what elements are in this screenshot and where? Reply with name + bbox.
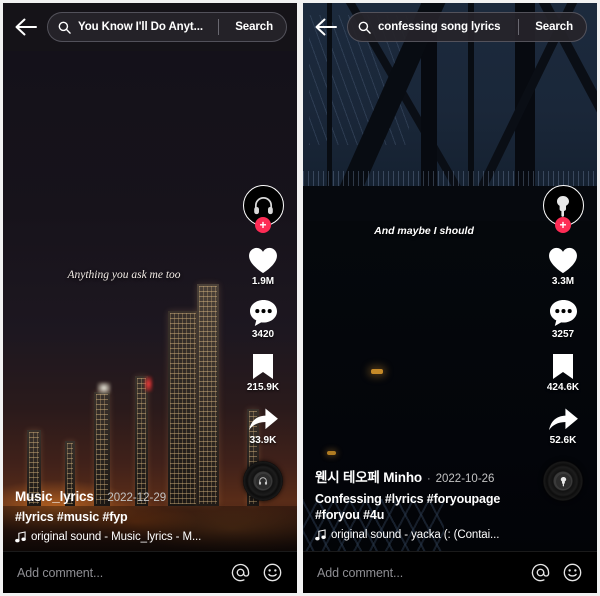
music-title: original sound - yacka (: (Contai... bbox=[331, 529, 500, 541]
building bbox=[135, 376, 149, 507]
add-comment-input[interactable]: Add comment... bbox=[17, 566, 219, 580]
avatar[interactable]: + bbox=[542, 185, 584, 233]
search-field-left[interactable]: You Know I'll Do Anyt... Search bbox=[47, 12, 287, 42]
amber-light bbox=[370, 368, 383, 374]
share-button[interactable]: 33.9K bbox=[248, 404, 279, 446]
search-header-left: You Know I'll Do Anyt... Search bbox=[3, 3, 297, 51]
comment-count: 3420 bbox=[251, 329, 275, 340]
red-tower-light bbox=[144, 376, 154, 393]
separator-dot: · bbox=[98, 492, 103, 505]
like-count: 3.3M bbox=[551, 276, 575, 287]
music-row[interactable]: original sound - yacka (: (Contai... bbox=[315, 529, 531, 541]
like-button[interactable]: 3.3M bbox=[548, 245, 578, 287]
building bbox=[197, 284, 220, 507]
author-row: Music_lyrics · 2022-12-29 bbox=[15, 489, 285, 504]
search-divider bbox=[218, 19, 220, 35]
follow-button[interactable]: + bbox=[555, 217, 571, 233]
comment-count: 3257 bbox=[551, 329, 575, 340]
dual-screenshot-container: You Know I'll Do Anyt... Search Anything… bbox=[0, 0, 600, 596]
comment-bubble-icon bbox=[249, 298, 278, 328]
back-arrow-icon[interactable] bbox=[313, 14, 339, 40]
video-description[interactable]: Confessing #lyrics #foryoupage #foryou #… bbox=[315, 491, 529, 524]
music-note-icon bbox=[15, 531, 26, 543]
post-date: 2022-12-29 bbox=[107, 492, 167, 505]
video-description[interactable]: #lyrics #music #fyp bbox=[15, 509, 229, 526]
smiley-emoji-icon[interactable] bbox=[261, 562, 283, 584]
search-button[interactable]: Search bbox=[226, 21, 282, 33]
post-date: 2022-10-26 bbox=[435, 472, 495, 485]
separator-dot: · bbox=[426, 472, 431, 485]
search-icon bbox=[358, 21, 371, 34]
author-row: 웬시 테오페 Minho · 2022-10-26 bbox=[315, 466, 585, 486]
building bbox=[167, 311, 198, 507]
bookmark-icon bbox=[252, 351, 274, 381]
comment-bubble-icon bbox=[549, 298, 578, 328]
follow-button[interactable]: + bbox=[255, 217, 271, 233]
music-title: original sound - Music_lyrics - M... bbox=[31, 531, 202, 543]
disc-center bbox=[255, 473, 271, 489]
search-divider bbox=[518, 19, 520, 35]
video-info-left: Music_lyrics · 2022-12-29 #lyrics #music… bbox=[3, 489, 297, 551]
author-username[interactable]: Music_lyrics bbox=[15, 489, 94, 504]
amber-light bbox=[326, 451, 336, 456]
share-arrow-icon bbox=[548, 404, 579, 434]
author-username[interactable]: 웬시 테오페 Minho bbox=[315, 466, 422, 486]
search-input-value[interactable]: confessing song lyrics bbox=[378, 21, 511, 33]
search-icon bbox=[58, 21, 71, 34]
avatar[interactable]: + bbox=[242, 185, 284, 233]
comment-bar-left: Add comment... bbox=[3, 551, 297, 593]
phone-screen-right: And maybe I should confessing song lyric… bbox=[303, 3, 597, 593]
video-info-right: 웬시 테오페 Minho · 2022-10-26 Confessing #ly… bbox=[303, 466, 597, 549]
share-count: 52.6K bbox=[549, 435, 577, 446]
bookmark-button[interactable]: 215.9K bbox=[247, 351, 279, 393]
add-comment-input[interactable]: Add comment... bbox=[317, 566, 519, 580]
comment-button[interactable]: 3257 bbox=[549, 298, 578, 340]
smiley-emoji-icon[interactable] bbox=[561, 562, 583, 584]
search-button[interactable]: Search bbox=[526, 21, 582, 33]
video-lyric-caption: Anything you ask me too bbox=[67, 269, 181, 281]
share-arrow-icon bbox=[248, 404, 279, 434]
white-tower-light bbox=[97, 381, 112, 394]
bookmark-button[interactable]: 424.6K bbox=[547, 351, 579, 393]
comment-bar-right: Add comment... bbox=[303, 551, 597, 593]
search-input-value[interactable]: You Know I'll Do Anyt... bbox=[78, 21, 211, 33]
music-row[interactable]: original sound - Music_lyrics - M... bbox=[15, 531, 231, 543]
music-note-icon bbox=[315, 529, 326, 541]
video-lyric-caption: And maybe I should bbox=[374, 225, 474, 237]
at-mention-icon[interactable] bbox=[229, 562, 251, 584]
share-count: 33.9K bbox=[249, 435, 277, 446]
at-mention-icon[interactable] bbox=[529, 562, 551, 584]
heart-icon bbox=[548, 245, 578, 275]
phone-screen-left: You Know I'll Do Anyt... Search Anything… bbox=[3, 3, 297, 593]
bookmark-count: 215.9K bbox=[246, 382, 280, 393]
heart-icon bbox=[248, 245, 278, 275]
search-field-right[interactable]: confessing song lyrics Search bbox=[347, 12, 587, 42]
action-rail-left: + 1.9M 3420 215.9K 33.9K bbox=[237, 185, 289, 501]
bookmark-icon bbox=[552, 351, 574, 381]
like-count: 1.9M bbox=[251, 276, 275, 287]
like-button[interactable]: 1.9M bbox=[248, 245, 278, 287]
comment-button[interactable]: 3420 bbox=[249, 298, 278, 340]
back-arrow-icon[interactable] bbox=[13, 14, 39, 40]
bookmark-count: 424.6K bbox=[546, 382, 580, 393]
search-header-right: confessing song lyrics Search bbox=[303, 3, 597, 51]
action-rail-right: + 3.3M 3257 424.6K 52.6K bbox=[537, 185, 589, 501]
share-button[interactable]: 52.6K bbox=[548, 404, 579, 446]
